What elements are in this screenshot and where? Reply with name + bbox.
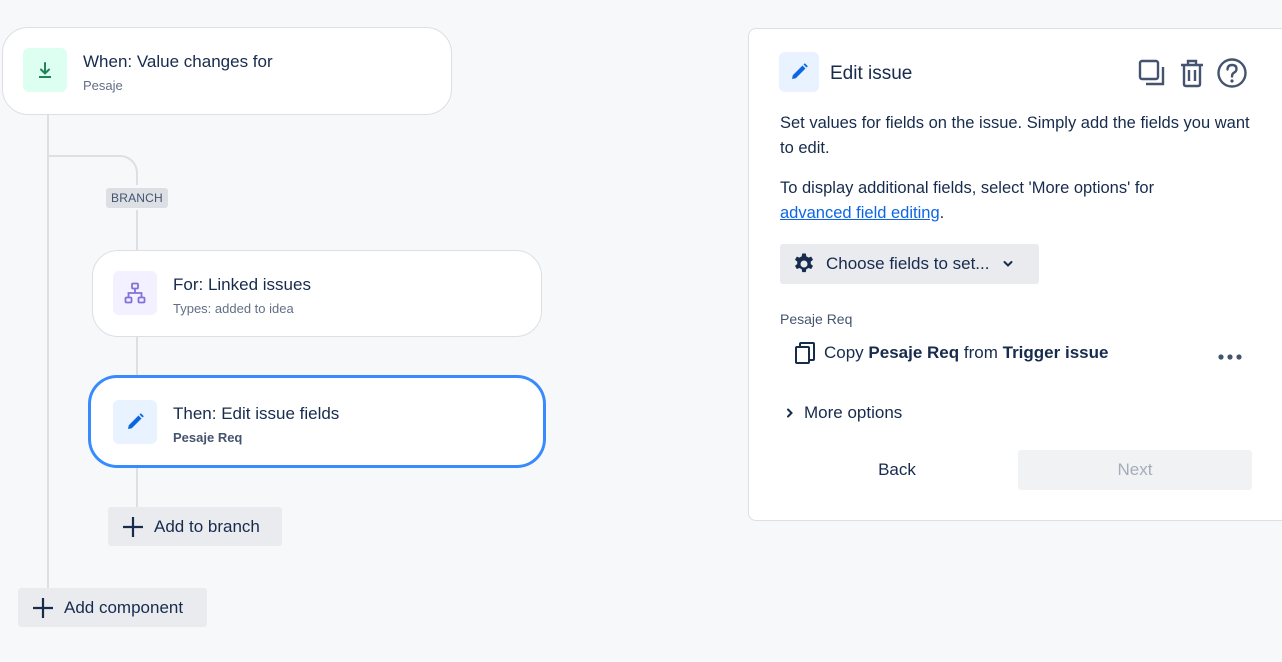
advanced-note-text: To display additional fields, select 'Mo…	[780, 179, 1155, 197]
branch-connector-3	[136, 466, 138, 508]
copy-field-row: Copy Pesaje Req from Trigger issue	[794, 341, 1108, 365]
duplicate-icon[interactable]	[1136, 57, 1168, 89]
help-icon[interactable]	[1216, 57, 1248, 89]
branch-connector-curve	[100, 155, 138, 185]
action-card[interactable]: Then: Edit issue fields Pesaje Req	[89, 376, 545, 467]
branch-connector-2	[136, 336, 138, 378]
copy-source: Trigger issue	[1002, 343, 1109, 362]
copy-field-name: Pesaje Req	[868, 343, 960, 362]
action-title: Then: Edit issue fields	[173, 404, 340, 423]
trash-icon[interactable]	[1176, 57, 1208, 89]
choose-fields-label: Choose fields to set...	[826, 254, 990, 273]
add-component-label: Add component	[64, 597, 184, 617]
add-to-branch-label: Add to branch	[154, 516, 260, 536]
panel-title: Edit issue	[830, 63, 913, 84]
trigger-card[interactable]: When: Value changes for Pesaje	[2, 27, 452, 115]
advanced-note-suffix: .	[939, 203, 945, 222]
chevron-right-icon	[787, 408, 793, 418]
back-button[interactable]: Back	[782, 450, 1012, 490]
copy-prefix: Copy	[824, 343, 864, 362]
edit-issue-panel: Edit issue Set values for fields on the …	[748, 28, 1282, 521]
branch-connector-1	[136, 210, 138, 251]
more-options-label: More options	[804, 403, 903, 422]
plus-icon	[33, 597, 53, 618]
chevron-down-icon	[1003, 261, 1013, 267]
panel-description: Set values for fields on the issue. Simp…	[780, 114, 1250, 157]
plus-icon	[123, 516, 143, 537]
copy-mid: from	[963, 343, 998, 362]
more-horizontal-icon[interactable]	[1217, 349, 1245, 360]
pencil-icon	[113, 400, 157, 444]
download-arrow-icon	[23, 48, 67, 92]
panel-advanced-note: To display additional fields, select 'Mo…	[780, 176, 1250, 225]
field-label: Pesaje Req	[780, 311, 853, 327]
copy-icon	[795, 342, 815, 364]
choose-fields-button[interactable]: Choose fields to set...	[780, 244, 1039, 284]
add-to-branch-button[interactable]: Add to branch	[108, 507, 282, 546]
advanced-field-editing-link[interactable]: advanced field editing	[780, 204, 940, 222]
branch-title: For: Linked issues	[173, 275, 311, 294]
action-subtitle: Pesaje Req	[173, 430, 243, 445]
branch-tag: BRANCH	[106, 188, 168, 208]
add-component-button[interactable]: Add component	[18, 588, 207, 627]
gear-icon	[795, 253, 813, 273]
main-connector-line	[47, 113, 49, 589]
next-button[interactable]: Next	[1018, 450, 1252, 490]
more-options-toggle[interactable]: More options	[783, 403, 902, 423]
hierarchy-icon	[113, 271, 157, 315]
trigger-title: When: Value changes for	[83, 52, 273, 71]
trigger-subtitle: Pesaje	[83, 78, 123, 93]
branch-subtitle: Types: added to idea	[173, 301, 294, 316]
panel-pencil-icon	[779, 52, 819, 92]
branch-card[interactable]: For: Linked issues Types: added to idea	[92, 250, 542, 337]
